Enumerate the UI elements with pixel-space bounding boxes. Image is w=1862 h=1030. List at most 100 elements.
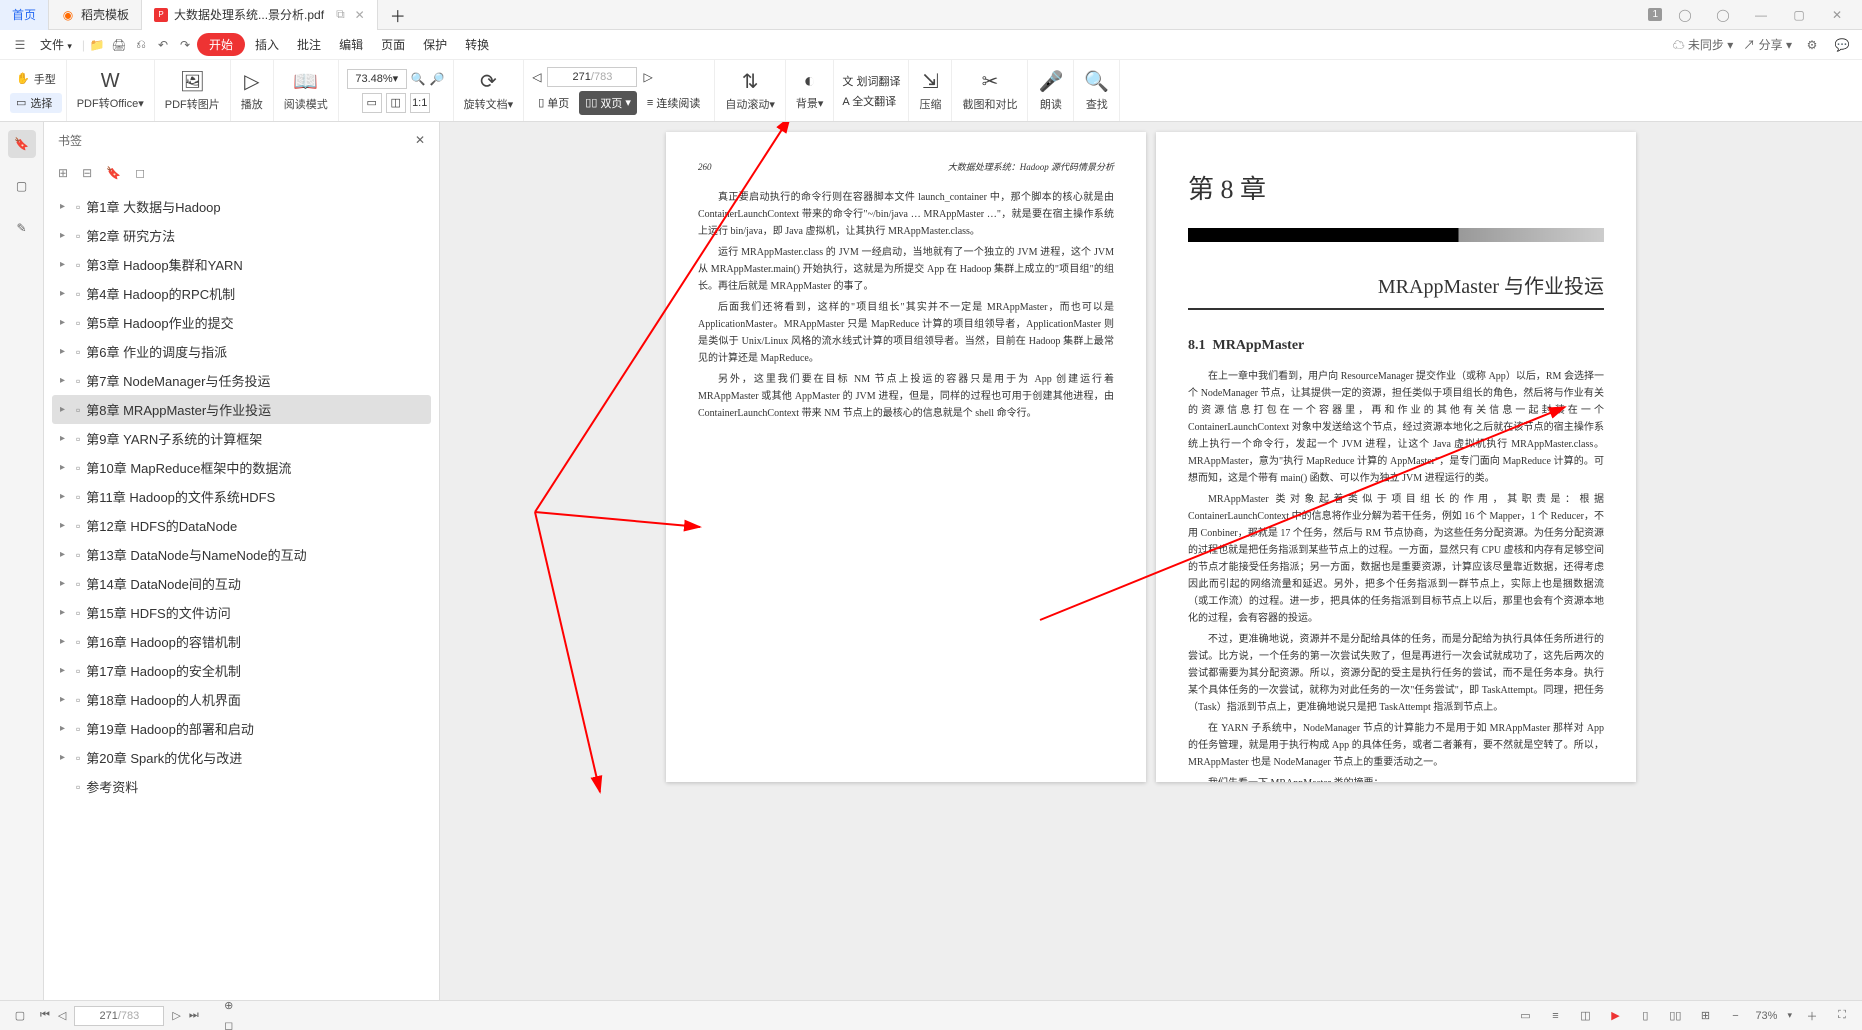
zoom-in-icon[interactable]: 🔎 bbox=[430, 72, 445, 86]
continuous-button[interactable]: ≡ 连续阅读 bbox=[641, 91, 706, 115]
prev-page-button[interactable]: ◁ bbox=[58, 1009, 66, 1022]
undo-icon[interactable]: ↶ bbox=[153, 35, 173, 55]
fullscreen-icon[interactable]: ⛶ bbox=[1832, 1006, 1852, 1026]
bookmark-icon[interactable]: ◻ bbox=[135, 166, 145, 180]
pdf-to-office-button[interactable]: W PDF转Office▾ bbox=[67, 60, 155, 121]
bookmark-item[interactable]: ▸▫第13章 DataNode与NameNode的互动 bbox=[52, 540, 431, 569]
sidebar-close-icon[interactable]: ✕ bbox=[415, 133, 425, 147]
user-icon[interactable]: ◯ bbox=[1670, 2, 1700, 28]
file-menu[interactable]: 文件 ▾ bbox=[32, 32, 80, 57]
bookmark-item[interactable]: ▸▫第19章 Hadoop的部署和启动 bbox=[52, 714, 431, 743]
zoom-in-status[interactable]: ＋ bbox=[1802, 1006, 1822, 1026]
layout2-icon[interactable]: ▯▯ bbox=[1665, 1006, 1685, 1026]
chat-icon[interactable]: 💬 bbox=[1832, 35, 1852, 55]
bookmark-item[interactable]: ▸▫第18章 Hadoop的人机界面 bbox=[52, 685, 431, 714]
page-prev-button[interactable]: ◁ bbox=[532, 70, 541, 84]
bookmark-item[interactable]: ▸▫第10章 MapReduce框架中的数据流 bbox=[52, 453, 431, 482]
layout3-icon[interactable]: ⊞ bbox=[1695, 1006, 1715, 1026]
bookmark-item[interactable]: ▸▫第3章 Hadoop集群和YARN bbox=[52, 250, 431, 279]
annotate-menu[interactable]: 批注 bbox=[289, 32, 329, 57]
document-viewport[interactable]: 260 大数据处理系统：Hadoop 源代码情景分析 真正要启动执行的命令行则在… bbox=[440, 122, 1862, 1000]
fit-width-button[interactable]: ▭ bbox=[362, 93, 382, 113]
convert-menu[interactable]: 转换 bbox=[457, 32, 497, 57]
pdf-to-image-button[interactable]: 🖼 PDF转图片 bbox=[155, 60, 231, 121]
bookmark-item[interactable]: ▸▫第20章 Spark的优化与改进 bbox=[52, 743, 431, 772]
collapse-all-icon[interactable]: ⊟ bbox=[82, 166, 92, 180]
bookmarks-rail-button[interactable]: 🔖 bbox=[8, 130, 36, 158]
open-icon[interactable]: 📁 bbox=[87, 35, 107, 55]
new-tab-button[interactable]: ＋ bbox=[378, 3, 418, 27]
protect-menu[interactable]: 保护 bbox=[415, 32, 455, 57]
page-next-button[interactable]: ▷ bbox=[643, 70, 652, 84]
redo-icon[interactable]: ↷ bbox=[175, 35, 195, 55]
rotate-button[interactable]: ⟳ 旋转文档▾ bbox=[454, 60, 525, 121]
find-button[interactable]: 🔍 查找 bbox=[1074, 60, 1120, 121]
maximize-button[interactable]: ▢ bbox=[1784, 2, 1814, 28]
add-bookmark-icon[interactable]: 🔖 bbox=[106, 166, 121, 180]
bookmark-item[interactable]: ▸▫第2章 研究方法 bbox=[52, 221, 431, 250]
hand-tool[interactable]: ✋ 手型 bbox=[10, 69, 62, 89]
bookmark-item[interactable]: ▸▫第5章 Hadoop作业的提交 bbox=[52, 308, 431, 337]
background-button[interactable]: ◐ 背景▾ bbox=[786, 60, 835, 121]
read-mode-button[interactable]: 📖 阅读模式 bbox=[274, 60, 339, 121]
settings-icon[interactable]: ⚙ bbox=[1802, 35, 1822, 55]
first-page-button[interactable]: ⏮ bbox=[40, 1009, 50, 1022]
double-page-button[interactable]: ▯▯ 双页▾ bbox=[579, 91, 637, 115]
view1-icon[interactable]: ▭ bbox=[1515, 1006, 1535, 1026]
user2-icon[interactable]: ◯ bbox=[1708, 2, 1738, 28]
tab-home[interactable]: 首页 bbox=[0, 0, 49, 30]
tab-active-document[interactable]: P 大数据处理系统...景分析.pdf ⧉ ✕ bbox=[142, 0, 378, 30]
playback-icon[interactable]: ▶ bbox=[1605, 1006, 1625, 1026]
fit-page-button[interactable]: ◫ bbox=[386, 93, 406, 113]
bookmark-item[interactable]: ▸▫第16章 Hadoop的容错机制 bbox=[52, 627, 431, 656]
bookmark-item[interactable]: ▸▫第9章 YARN子系统的计算框架 bbox=[52, 424, 431, 453]
zoom-input[interactable]: 73.48%▾ bbox=[347, 69, 407, 89]
bookmark-item[interactable]: ▸▫第1章 大数据与Hadoop bbox=[52, 192, 431, 221]
bookmark-item[interactable]: ▸▫第14章 DataNode间的互动 bbox=[52, 569, 431, 598]
tab-templates[interactable]: ◉ 稻壳模板 bbox=[49, 0, 142, 30]
insert-menu[interactable]: 插入 bbox=[247, 32, 287, 57]
single-page-button[interactable]: ▯ 单页 bbox=[532, 91, 575, 115]
hamburger-icon[interactable]: ☰ bbox=[10, 35, 30, 55]
screenshot-button[interactable]: ✂ 截图和对比 bbox=[952, 60, 1028, 121]
bookmark-item[interactable]: ▸▫第8章 MRAppMaster与作业投运 bbox=[52, 395, 431, 424]
page-menu[interactable]: 页面 bbox=[373, 32, 413, 57]
tab-close-icon[interactable]: ✕ bbox=[355, 8, 365, 22]
close-button[interactable]: ✕ bbox=[1822, 2, 1852, 28]
page-number-input[interactable]: 271/783 bbox=[547, 67, 637, 87]
next-page-button[interactable]: ▷ bbox=[172, 1009, 180, 1022]
bookmark-item[interactable]: ▸▫第11章 Hadoop的文件系统HDFS bbox=[52, 482, 431, 511]
play-button[interactable]: ▷ 播放 bbox=[231, 60, 274, 121]
quick-icon[interactable]: ⎌ bbox=[131, 35, 151, 55]
word-translate-button[interactable]: 文 划词翻译 bbox=[842, 73, 900, 89]
compress-button[interactable]: ⇲ 压缩 bbox=[909, 60, 952, 121]
sync-status[interactable]: ☁ 未同步 ▾ bbox=[1673, 36, 1734, 53]
start-menu[interactable]: 开始 bbox=[197, 33, 245, 56]
tab-popout-icon[interactable]: ⧉ bbox=[336, 7, 345, 22]
edit-menu[interactable]: 编辑 bbox=[331, 32, 371, 57]
attachments-rail-button[interactable]: ✎ bbox=[8, 214, 36, 242]
notification-badge[interactable]: 1 bbox=[1648, 8, 1662, 21]
bookmark-item[interactable]: ▫参考资料 bbox=[52, 772, 431, 801]
view2-icon[interactable]: ≡ bbox=[1545, 1006, 1565, 1026]
zoom-out-status[interactable]: − bbox=[1725, 1006, 1745, 1026]
select-tool[interactable]: ▭ 选择 bbox=[10, 93, 62, 113]
thumbnails-rail-button[interactable]: ▢ bbox=[8, 172, 36, 200]
zoom-out-icon[interactable]: 🔍 bbox=[411, 72, 426, 86]
actual-size-button[interactable]: 1:1 bbox=[410, 93, 430, 113]
marker-icon[interactable]: ◻ bbox=[219, 1016, 239, 1030]
status-page-input[interactable]: 271/783 bbox=[74, 1006, 164, 1026]
view3-icon[interactable]: ◫ bbox=[1575, 1006, 1595, 1026]
bookmark-item[interactable]: ▸▫第12章 HDFS的DataNode bbox=[52, 511, 431, 540]
zoom-display[interactable]: 73% bbox=[1755, 1010, 1777, 1022]
minimize-button[interactable]: — bbox=[1746, 2, 1776, 28]
share-button[interactable]: ↗ 分享 ▾ bbox=[1743, 36, 1792, 53]
save-icon[interactable]: 🖨 bbox=[109, 35, 129, 55]
bookmark-item[interactable]: ▸▫第6章 作业的调度与指派 bbox=[52, 337, 431, 366]
auto-scroll-button[interactable]: ⇅ 自动滚动▾ bbox=[715, 60, 786, 121]
full-translate-button[interactable]: A 全文翻译 bbox=[842, 93, 900, 109]
layout1-icon[interactable]: ▯ bbox=[1635, 1006, 1655, 1026]
bookmark-item[interactable]: ▸▫第4章 Hadoop的RPC机制 bbox=[52, 279, 431, 308]
sidebar-toggle-icon[interactable]: ▢ bbox=[10, 1006, 30, 1026]
add-marker-icon[interactable]: ⊕ bbox=[219, 996, 239, 1016]
